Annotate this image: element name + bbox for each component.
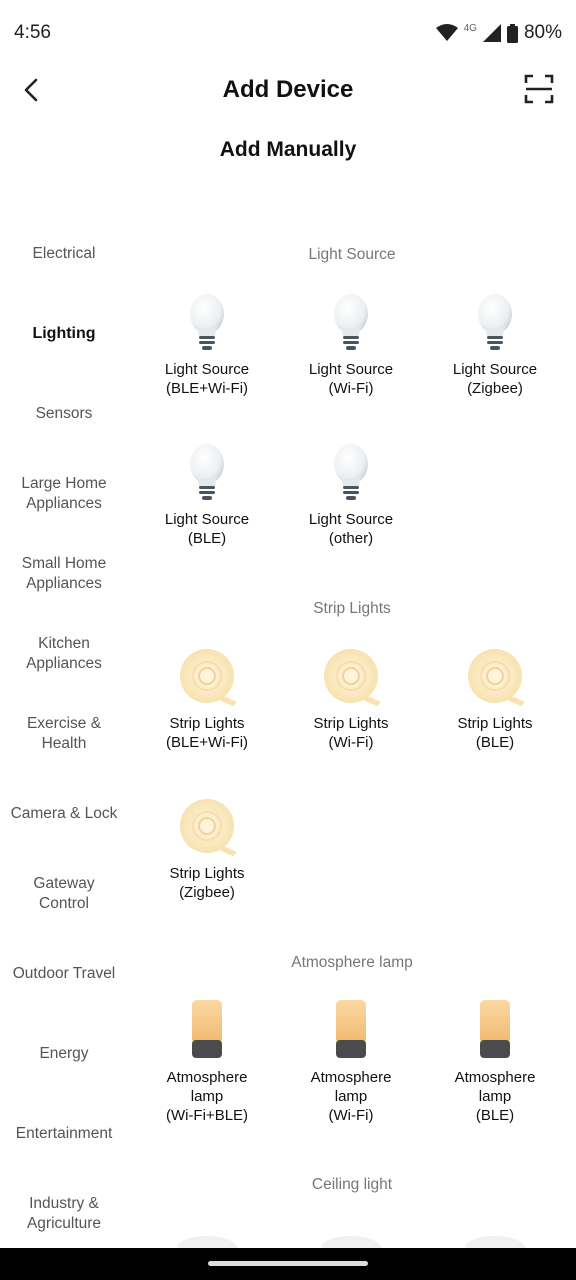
scan-icon[interactable] — [524, 74, 554, 104]
light-bulb-icon — [334, 444, 368, 500]
section-heading-add-manually: Add Manually — [219, 138, 357, 161]
sidebar-item-lighting[interactable]: Lighting — [0, 324, 128, 344]
light-bulb-icon — [190, 294, 224, 350]
device-label: Strip Lights (Wi-Fi) — [313, 715, 389, 751]
device-label: Atmosphere lamp (BLE) — [454, 1069, 536, 1124]
strip-light-icon — [324, 649, 381, 706]
section-title-light-source: Light Source — [308, 246, 396, 263]
light-bulb-icon — [478, 294, 512, 350]
app-header: Add Device — [0, 68, 576, 114]
signal-icon — [482, 24, 501, 42]
battery-icon — [506, 23, 518, 43]
device-strip-lights-wifi[interactable]: Strip Lights (Wi-Fi) — [281, 644, 421, 752]
atmosphere-lamp-icon — [192, 1000, 222, 1058]
battery-level: 80% — [523, 22, 562, 43]
wifi-icon — [435, 24, 458, 41]
sidebar-item-kitchen-appliances[interactable]: Kitchen Appliances — [0, 634, 128, 674]
device-label: Atmosphere lamp (Wi-Fi+BLE) — [165, 1069, 249, 1124]
status-bar: 4:56 4G 80% — [0, 0, 576, 68]
device-label: Light Source (Zigbee) — [452, 361, 538, 397]
device-strip-lights-ble[interactable]: Strip Lights (BLE) — [425, 644, 565, 752]
sidebar-item-energy[interactable]: Energy — [0, 1044, 128, 1064]
section-title-atmosphere-lamp: Atmosphere lamp — [291, 954, 413, 971]
ceiling-light-icon[interactable] — [175, 1234, 239, 1248]
device-label: Strip Lights (BLE+Wi-Fi) — [165, 715, 249, 751]
status-icons: 4G 80% — [435, 22, 562, 44]
strip-light-icon — [180, 799, 237, 856]
device-label: Light Source (other) — [308, 511, 394, 547]
device-atmosphere-lamp-wifi-ble[interactable]: Atmosphere lamp (Wi-Fi+BLE) — [137, 998, 277, 1125]
device-label: Atmosphere lamp (Wi-Fi) — [310, 1069, 392, 1124]
sidebar-item-small-home-appliances[interactable]: Small Home Appliances — [0, 554, 128, 594]
device-strip-lights-ble-wifi[interactable]: Strip Lights (BLE+Wi-Fi) — [137, 644, 277, 752]
atmosphere-lamp-icon — [480, 1000, 510, 1058]
sidebar-item-sensors[interactable]: Sensors — [0, 404, 128, 424]
sidebar-item-exercise-health[interactable]: Exercise & Health — [0, 714, 128, 754]
section-title-strip-lights: Strip Lights — [313, 600, 391, 617]
atmosphere-lamp-icon — [336, 1000, 366, 1058]
device-label: Light Source (Wi-Fi) — [308, 361, 394, 397]
device-light-source-ble[interactable]: Light Source (BLE) — [137, 440, 277, 548]
page-title: Add Device — [222, 76, 354, 103]
device-label: Light Source (BLE) — [164, 511, 250, 547]
network-type: 4G — [463, 22, 477, 34]
sidebar-item-electrical[interactable]: Electrical — [0, 244, 128, 264]
system-nav-bar — [0, 1248, 576, 1280]
device-light-source-wifi[interactable]: Light Source (Wi-Fi) — [281, 290, 421, 398]
device-strip-lights-zigbee[interactable]: Strip Lights (Zigbee) — [137, 794, 277, 902]
section-title-ceiling-light: Ceiling light — [311, 1176, 393, 1193]
strip-light-icon — [468, 649, 525, 706]
device-light-source-zigbee[interactable]: Light Source (Zigbee) — [425, 290, 565, 398]
sidebar-item-large-home-appliances[interactable]: Large Home Appliances — [0, 474, 128, 514]
ceiling-light-icon[interactable] — [319, 1234, 383, 1248]
sidebar-item-camera-lock[interactable]: Camera & Lock — [0, 804, 128, 824]
strip-light-icon — [180, 649, 237, 706]
status-time: 4:56 — [14, 22, 51, 43]
device-atmosphere-lamp-wifi[interactable]: Atmosphere lamp (Wi-Fi) — [281, 998, 421, 1125]
device-label: Strip Lights (Zigbee) — [169, 865, 245, 901]
ceiling-light-icon[interactable] — [463, 1234, 527, 1248]
device-label: Strip Lights (BLE) — [457, 715, 533, 751]
device-atmosphere-lamp-ble[interactable]: Atmosphere lamp (BLE) — [425, 998, 565, 1125]
light-bulb-icon — [334, 294, 368, 350]
device-label: Light Source (BLE+Wi-Fi) — [164, 361, 250, 397]
sidebar-item-outdoor-travel[interactable]: Outdoor Travel — [0, 964, 128, 984]
device-light-source-ble-wifi[interactable]: Light Source (BLE+Wi-Fi) — [137, 290, 277, 398]
sidebar-item-gateway-control[interactable]: Gateway Control — [0, 874, 128, 914]
sidebar-item-entertainment[interactable]: Entertainment — [0, 1124, 128, 1144]
sidebar-item-industry-agriculture[interactable]: Industry & Agriculture — [0, 1194, 128, 1234]
home-gesture-handle[interactable] — [208, 1261, 368, 1266]
light-bulb-icon — [190, 444, 224, 500]
device-light-source-other[interactable]: Light Source (other) — [281, 440, 421, 548]
